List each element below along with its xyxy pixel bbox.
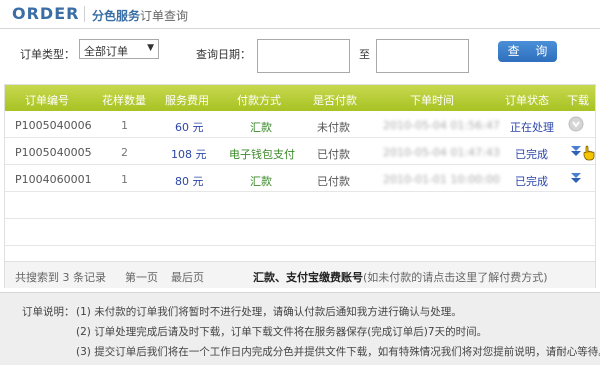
record-count: 共搜索到 3 条记录 [15,269,106,285]
col-order-time: 下单时间 [410,94,454,107]
payment-method: 汇款 [250,121,272,134]
col-paid: 是否付款 [313,94,357,107]
date-label: 查询日期： [196,48,251,61]
order-status: 已完成 [515,175,548,188]
notes-title: 订单说明： [22,306,75,318]
empty-row [5,192,595,219]
order-id: P1005040006 [15,119,92,132]
orders-table: 订单编号 花样数量 服务费用 付款方式 是否付款 下单时间 订单状态 下载 P1… [4,84,596,288]
payment-method: 电子钱包支付 [229,148,295,161]
order-id: P1004060001 [15,173,92,186]
order-type-select[interactable]: 全部订单 ▼ [79,39,159,59]
order-type-label: 订单类型： [20,48,75,61]
page-title: 分色服务订单查询 [92,7,188,24]
order-time: 2010-05-04 01:56:47 [383,119,500,132]
date-to-label: 至 [359,48,370,61]
page-title-service: 分色服务 [92,9,141,23]
order-type-value: 全部订单 [84,45,128,58]
end-date-input[interactable] [376,39,469,73]
paid-status: 未付款 [317,121,350,134]
col-order-status: 订单状态 [505,94,549,107]
order-time: 2010-05-04 01:47:43 [383,146,500,159]
table-header: 订单编号 花样数量 服务费用 付款方式 是否付款 下单时间 订单状态 下载 [5,85,595,111]
download-icon[interactable] [568,170,584,186]
col-order-id: 订单编号 [25,94,69,107]
chevron-down-icon: ▼ [147,43,154,53]
first-page-link[interactable]: 第一页 [125,269,158,285]
hand-cursor-icon [583,145,595,161]
col-service-fee: 服务费用 [165,94,209,107]
col-payment-method: 付款方式 [237,94,281,107]
last-page-link[interactable]: 最后页 [171,269,204,285]
pattern-count: 2 [121,146,128,159]
pattern-count: 1 [121,119,128,132]
note-item: (2) 订单处理完成后请及时下载，订单下载文件将在服务器保存(完成订单后)7天的… [76,326,488,338]
order-notes: 订单说明： (1) 未付款的订单我们将暂时不进行处理，请确认付款后通知我方进行确… [0,292,600,365]
col-pattern-count: 花样数量 [102,94,146,107]
service-fee: 60 元 [175,121,204,134]
search-panel: 订单类型： 全部订单 ▼ 查询日期： 至 查 询 [0,30,600,82]
page-title-query: 订单查询 [140,9,189,23]
order-time: 2010-01-01 10:00:00 [383,173,500,186]
download-disabled-icon [568,116,584,132]
paid-status: 已付款 [317,148,350,161]
record-count-suffix: 条记录 [73,271,106,284]
col-download: 下载 [567,94,589,107]
service-fee: 80 元 [175,175,204,188]
service-fee: 108 元 [171,148,207,161]
payment-method: 汇款 [250,175,272,188]
page-header: ORDER 分色服务订单查询 [0,0,600,29]
note-item: (1) 未付款的订单我们将暂时不进行处理，请确认付款后通知我方进行确认与处理。 [76,306,462,318]
record-count-prefix: 共搜索到 [15,271,59,284]
pattern-count: 1 [121,173,128,186]
table-footer: 共搜索到 3 条记录 第一页 最后页 汇款、支付宝缴费账号 (如未付款的请点击这… [5,261,595,288]
note-item: (3) 提交订单后我们将在一个工作日内完成分色并提供文件下载，如有特殊情况我们将… [76,346,600,358]
paid-status: 已付款 [317,175,350,188]
header-divider [84,6,85,22]
download-icon[interactable] [568,143,584,159]
payment-account-link[interactable]: 汇款、支付宝缴费账号 [253,269,363,285]
order-status: 已完成 [515,148,548,161]
table-row: P1004060001 1 80 元 汇款 已付款 2010-01-01 10:… [5,165,595,192]
order-status: 正在处理 [510,121,554,134]
payment-help-link[interactable]: (如未付款的请点击这里了解付费方式) [363,269,548,285]
order-logo: ORDER [12,4,80,23]
search-button[interactable]: 查 询 [498,41,557,62]
table-row: P1005040005 2 108 元 电子钱包支付 已付款 2010-05-0… [5,138,595,165]
table-row: P1005040006 1 60 元 汇款 未付款 2010-05-04 01:… [5,111,595,138]
start-date-input[interactable] [257,39,350,73]
order-id: P1005040005 [15,146,92,159]
empty-row [5,219,595,246]
record-count-value: 3 [62,271,70,284]
